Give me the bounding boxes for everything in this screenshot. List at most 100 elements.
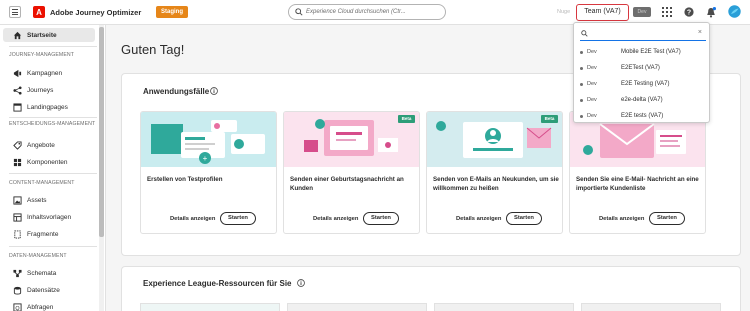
adobe-logo[interactable]: A <box>33 6 45 18</box>
sidebar-item-label: Schemata <box>27 269 57 277</box>
resource-thumbnail[interactable] <box>287 303 427 311</box>
search-placeholder: Experience Cloud durchsuchen (Ctr... <box>306 9 406 15</box>
campaign-icon <box>13 69 22 78</box>
app-title[interactable]: Adobe Journey Optimizer <box>50 8 141 17</box>
usecase-card[interactable]: Senden Sie eine E-Mail- Nachricht an ein… <box>569 111 706 234</box>
fragment-icon <box>13 229 22 239</box>
template-icon <box>13 212 22 222</box>
components-icon <box>13 158 22 167</box>
left-sidebar: Startseite JOURNEY-MANAGEMENT Kampagnen … <box>0 25 106 311</box>
dropdown-option[interactable]: Dev Mobile E2E Test (VA7) <box>574 44 711 60</box>
start-button[interactable]: Starten <box>506 212 542 225</box>
schema-icon <box>13 269 22 278</box>
sidebar-item-label: Komponenten <box>27 158 68 166</box>
environment-badge: Staging <box>156 6 188 18</box>
usecase-card[interactable]: Beta Senden von E-Mails an Neukunden, um… <box>426 111 563 234</box>
beta-badge: Beta <box>398 115 415 123</box>
usecase-title: Senden einer Geburtstagsnachricht an Kun… <box>290 176 404 192</box>
sidebar-item-startseite[interactable]: Startseite <box>3 28 95 42</box>
sidebar-item-label: Journeys <box>27 86 54 94</box>
option-env: Dev <box>587 49 597 55</box>
usecase-card[interactable]: + Erstellen von Testprofilen Details anz… <box>140 111 277 234</box>
sidebar-scrollbar-thumb[interactable] <box>99 27 104 237</box>
apps-grid-icon[interactable] <box>662 7 672 17</box>
info-icon[interactable] <box>210 87 218 95</box>
details-link[interactable]: Details anzeigen <box>599 216 644 222</box>
landingpage-icon <box>13 102 22 112</box>
search-icon <box>581 30 588 37</box>
search-icon <box>295 8 303 16</box>
usecases-title: Anwendungsfälle <box>143 87 210 96</box>
divider <box>9 46 97 47</box>
sidebar-item-journeys[interactable]: Journeys <box>3 83 95 97</box>
sidebar-item-schemata[interactable]: Schemata <box>3 266 95 280</box>
sidebar-item-label: Startseite <box>27 31 57 39</box>
option-env: Dev <box>587 97 597 103</box>
sidebar-item-label: Assets <box>27 196 47 204</box>
sandbox-badge[interactable]: Dev <box>633 7 651 17</box>
sidebar-item-fragmente[interactable]: Fragmente <box>3 227 95 241</box>
bullet-icon <box>580 82 583 86</box>
sidebar-item-inhaltsvorlagen[interactable]: Inhaltsvorlagen <box>3 210 95 224</box>
sidebar-item-komponenten[interactable]: Komponenten <box>3 155 95 169</box>
beta-badge: Beta <box>541 115 558 123</box>
usecase-card[interactable]: Beta Senden einer Geburtstagsnachricht a… <box>283 111 420 234</box>
dropdown-option[interactable]: Dev E2E tests (VA7) <box>574 108 711 124</box>
divider <box>9 117 97 118</box>
bell-icon[interactable] <box>706 7 716 18</box>
page-title: Guten Tag! <box>121 42 185 57</box>
journey-icon <box>13 85 22 95</box>
bullet-icon <box>580 66 583 70</box>
start-button[interactable]: Starten <box>363 212 399 225</box>
sidebar-item-kampagnen[interactable]: Kampagnen <box>3 66 95 80</box>
divider <box>9 173 97 174</box>
option-name: Mobile E2E Test (VA7) <box>621 49 681 55</box>
sidebar-item-label: Landingpages <box>27 103 68 111</box>
option-name: e2e-delta (VA7) <box>621 97 663 103</box>
start-button[interactable]: Starten <box>220 212 256 225</box>
user-name: Nuge <box>557 9 571 15</box>
option-name: E2E Testing (VA7) <box>621 81 670 87</box>
avatar-icon[interactable] <box>728 5 741 18</box>
option-name: E2ETest (VA7) <box>621 65 660 71</box>
sidebar-item-label: Angebote <box>27 141 55 149</box>
resources-panel: Experience League-Ressourcen für Sie <box>121 266 741 311</box>
usecase-title: Erstellen von Testprofilen <box>147 176 223 183</box>
option-env: Dev <box>587 81 597 87</box>
help-icon[interactable]: ? <box>684 7 694 17</box>
global-search-input[interactable]: Experience Cloud durchsuchen (Ctr... <box>288 4 446 20</box>
menu-icon[interactable] <box>9 6 21 18</box>
dropdown-option[interactable]: Dev E2E Testing (VA7) <box>574 76 711 92</box>
clear-icon[interactable]: × <box>698 29 702 36</box>
offer-icon <box>13 140 22 150</box>
info-icon[interactable] <box>297 279 305 287</box>
svg-text:+: + <box>203 154 208 163</box>
resources-title: Experience League-Ressourcen für Sie <box>143 279 292 288</box>
dropdown-search-field[interactable]: × <box>580 28 706 41</box>
sidebar-item-angebote[interactable]: Angebote <box>3 138 95 152</box>
dropdown-option[interactable]: Dev e2e-delta (VA7) <box>574 92 711 108</box>
sidebar-item-assets[interactable]: Assets <box>3 193 95 207</box>
section-entscheidungs-management: ENTSCHEIDUNGS-MANAGEMENT <box>9 121 96 127</box>
resource-thumbnail[interactable] <box>140 303 280 311</box>
sidebar-item-abfragen[interactable]: Q Abfragen <box>3 300 95 311</box>
usecase-illustration: + <box>141 112 276 167</box>
details-link[interactable]: Details anzeigen <box>456 216 501 222</box>
bullet-icon <box>580 98 583 102</box>
divider <box>9 246 97 247</box>
assets-icon <box>13 195 22 205</box>
bullet-icon <box>580 114 583 118</box>
org-switcher-dropdown: × Dev Mobile E2E Test (VA7) Dev E2ETest … <box>573 22 710 123</box>
dropdown-option[interactable]: Dev E2ETest (VA7) <box>574 60 711 76</box>
details-link[interactable]: Details anzeigen <box>170 216 215 222</box>
sidebar-item-landingpages[interactable]: Landingpages <box>3 100 95 114</box>
resource-thumbnail[interactable] <box>434 303 574 311</box>
sidebar-item-datensaetze[interactable]: Datensätze <box>3 283 95 297</box>
org-switcher-button[interactable]: Team (VA7) <box>576 4 629 21</box>
section-journey-management: JOURNEY-MANAGEMENT <box>9 52 75 58</box>
svg-text:Q: Q <box>15 305 19 311</box>
start-button[interactable]: Starten <box>649 212 685 225</box>
resource-thumbnail[interactable] <box>581 303 721 311</box>
usecase-title: Senden von E-Mails an Neukunden, um sie … <box>433 176 559 192</box>
details-link[interactable]: Details anzeigen <box>313 216 358 222</box>
